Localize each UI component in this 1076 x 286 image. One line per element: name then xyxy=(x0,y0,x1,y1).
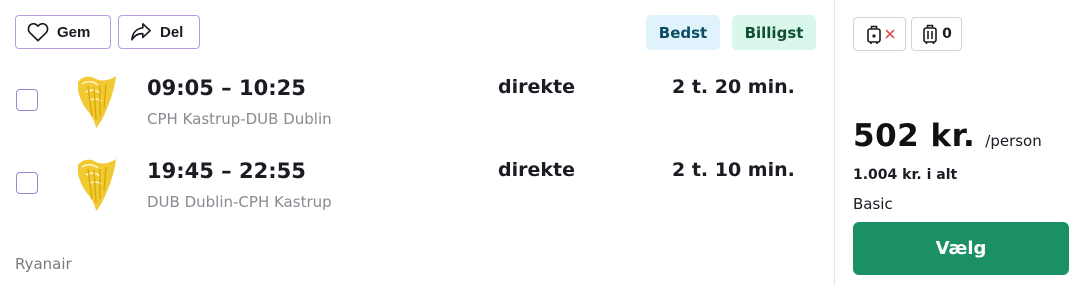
save-label: Gem xyxy=(57,23,91,41)
flight-route: DUB Dublin-CPH Kastrup xyxy=(147,193,332,211)
checked-bag-count: 0 xyxy=(942,26,952,42)
fare-class: Basic xyxy=(853,195,893,213)
flight-route: CPH Kastrup-DUB Dublin xyxy=(147,110,332,128)
flight-stops: direkte xyxy=(498,76,575,98)
price-total: 1.004 kr. i alt xyxy=(853,167,958,183)
checked-bag-icon xyxy=(923,24,937,44)
flight-result-card: Gem Del Bedst Billigst 09:05 – 10:25 CPH… xyxy=(0,0,1076,286)
carry-on-bag-icon xyxy=(866,25,881,44)
flight-duration: 2 t. 10 min. xyxy=(672,159,795,181)
price-unit: /person xyxy=(985,132,1042,150)
flight-duration: 2 t. 20 min. xyxy=(672,76,795,98)
share-button[interactable]: Del xyxy=(118,15,200,49)
checked-bag-indicator[interactable]: 0 xyxy=(911,17,962,51)
save-button[interactable]: Gem xyxy=(15,15,111,49)
best-badge: Bedst xyxy=(646,15,720,50)
share-arrow-icon xyxy=(131,23,151,41)
flight-times: 19:45 – 22:55 xyxy=(147,159,306,183)
not-included-x-icon xyxy=(884,29,895,39)
flight-stops: direkte xyxy=(498,159,575,181)
share-label: Del xyxy=(160,23,184,41)
price-block: 502 kr. /person xyxy=(853,118,1042,154)
heart-icon xyxy=(27,22,49,42)
flight-times: 09:05 – 10:25 xyxy=(147,76,306,100)
price-per-person: 502 kr. xyxy=(853,118,976,154)
ryanair-harp-logo-icon xyxy=(78,159,116,211)
ryanair-harp-logo-icon xyxy=(78,76,116,128)
flight-checkbox[interactable] xyxy=(16,89,38,111)
flight-row-return: 19:45 – 22:55 DUB Dublin-CPH Kastrup dir… xyxy=(0,155,830,225)
cheapest-badge: Billigst xyxy=(732,15,816,50)
select-button[interactable]: Vælg xyxy=(853,222,1069,275)
flight-row-outbound: 09:05 – 10:25 CPH Kastrup-DUB Dublin dir… xyxy=(0,72,830,142)
carry-on-bag-indicator[interactable] xyxy=(853,17,906,51)
airline-name: Ryanair xyxy=(15,255,72,273)
flight-checkbox[interactable] xyxy=(16,172,38,194)
price-divider xyxy=(834,0,835,286)
